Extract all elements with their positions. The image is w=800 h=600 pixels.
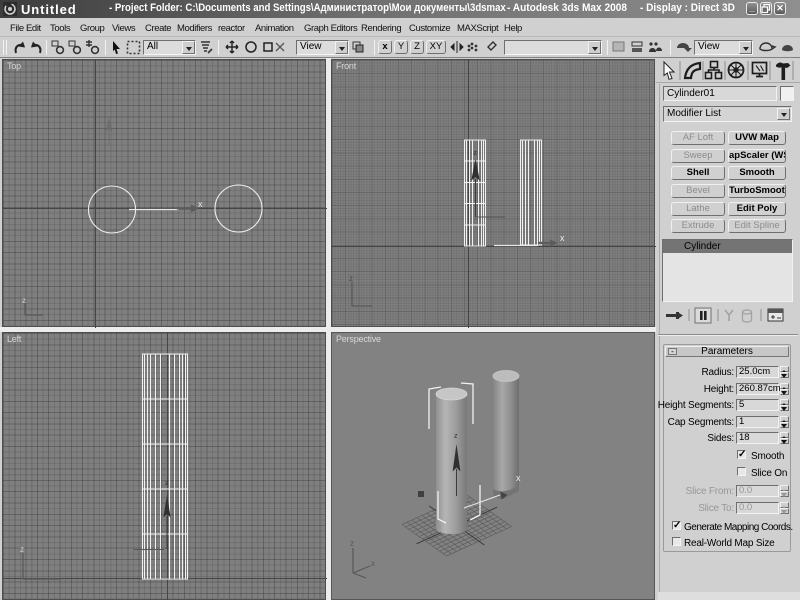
svg-text:z: z <box>474 150 478 157</box>
svg-text:z: z <box>22 296 26 305</box>
svg-text:z: z <box>350 539 354 548</box>
svg-text:x: x <box>371 559 375 568</box>
svg-text:z: z <box>20 545 24 554</box>
svg-text:x: x <box>516 473 521 483</box>
svg-text:z: z <box>454 433 458 440</box>
svg-text:x: x <box>560 233 565 243</box>
svg-text:x: x <box>198 199 203 209</box>
svg-text:z: z <box>349 274 353 283</box>
svg-text:z: z <box>165 480 169 487</box>
